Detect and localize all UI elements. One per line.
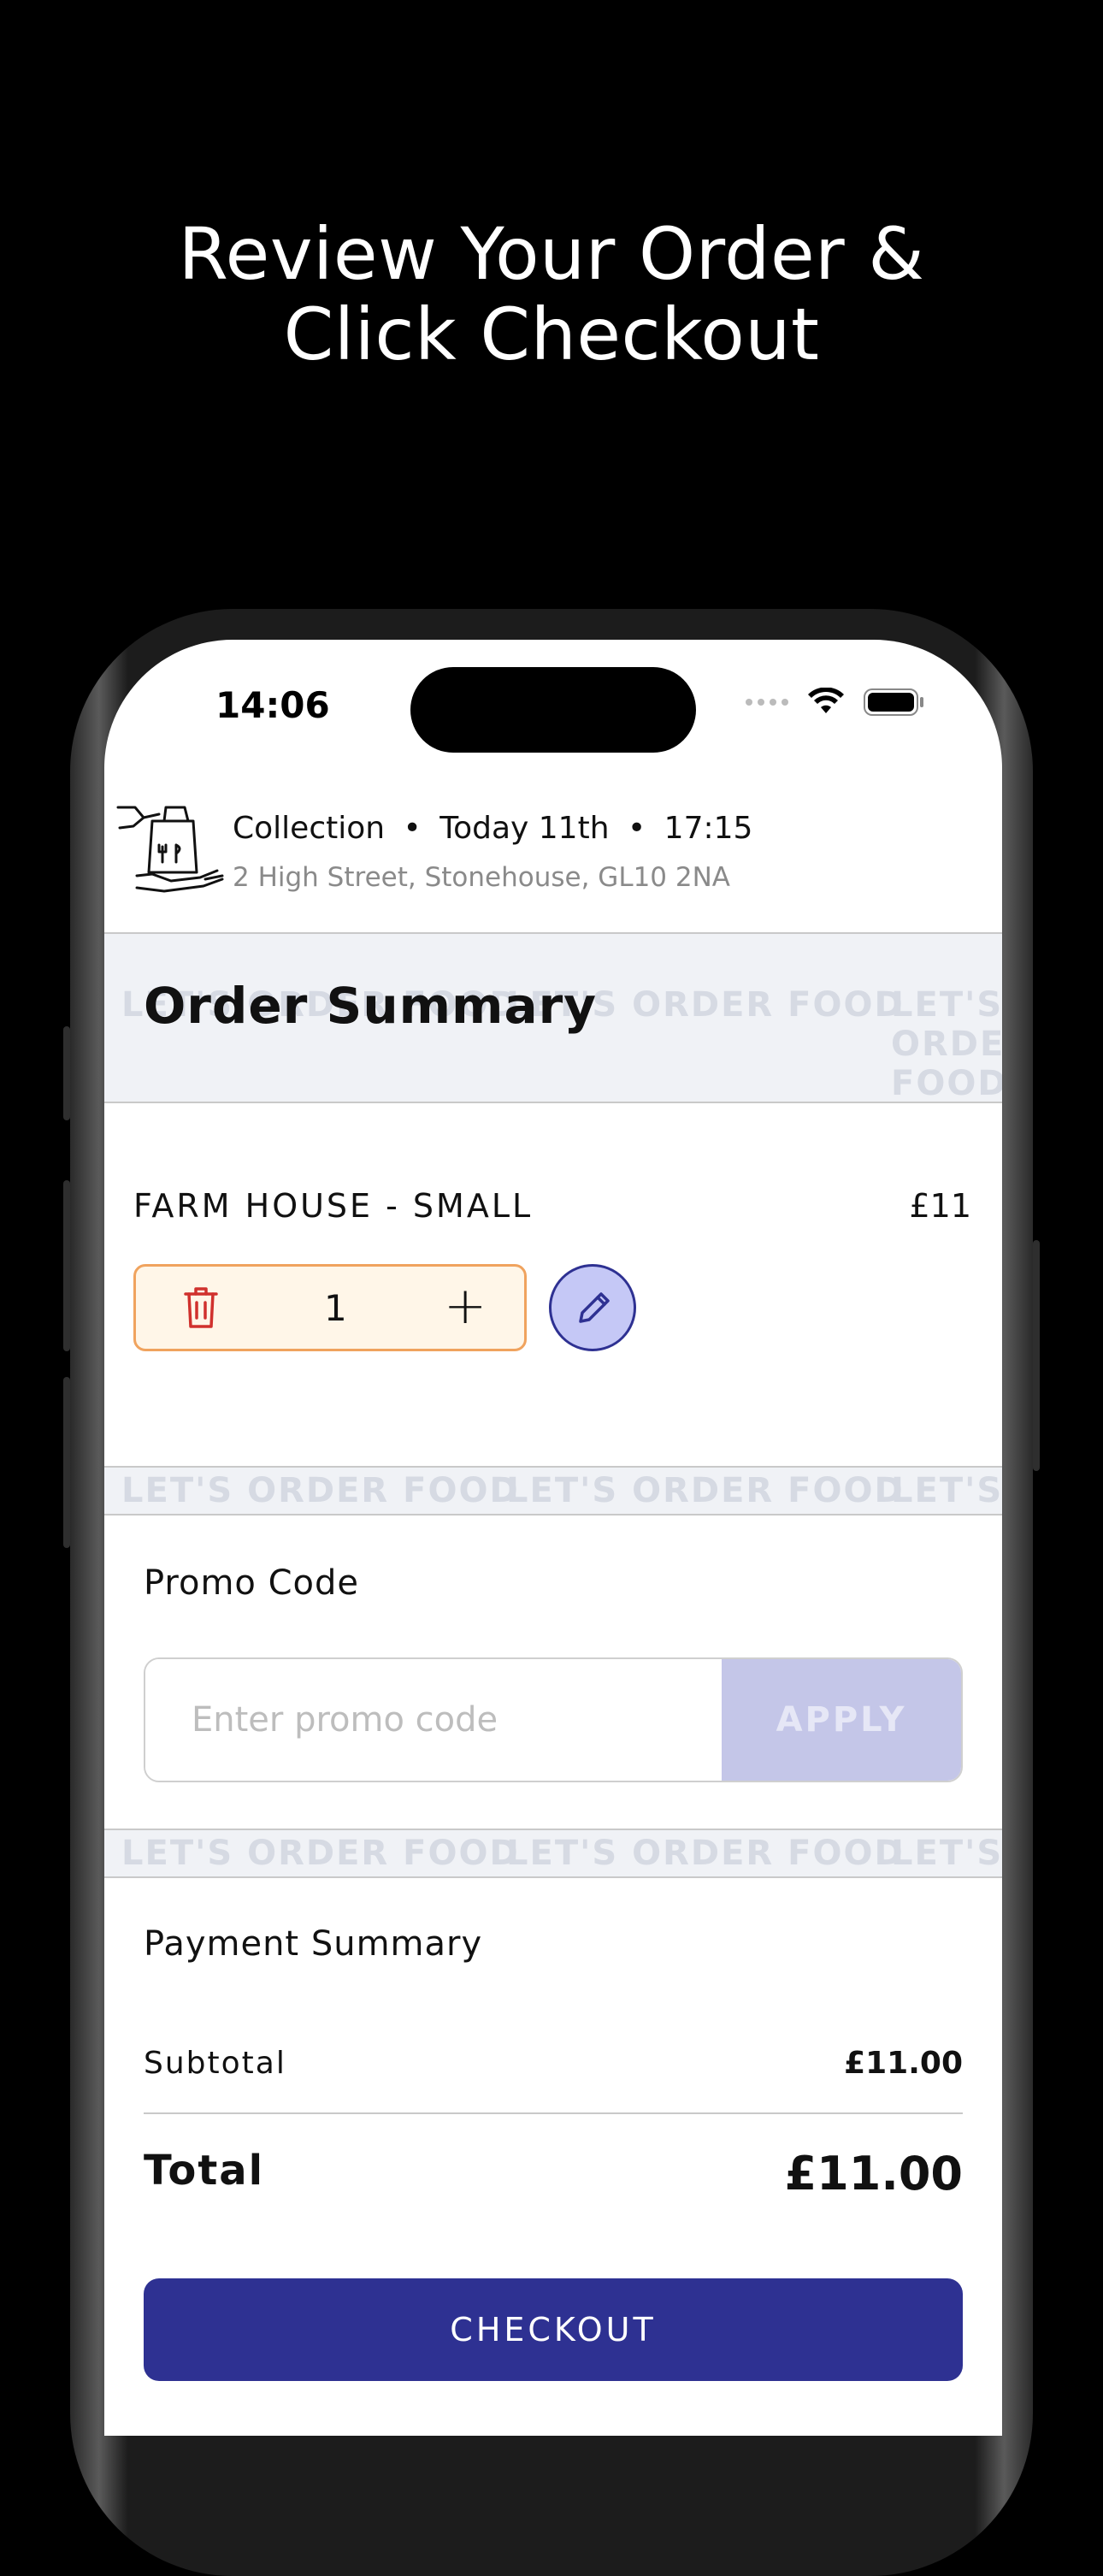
phone-volume-down-button	[63, 1377, 70, 1548]
payment-summary-title: Payment Summary	[144, 1924, 483, 1964]
collection-bag-icon	[116, 806, 224, 893]
subtotal-value: £11.00	[844, 2046, 963, 2081]
pattern-text: LET'S ORDER FOOD	[891, 1834, 1002, 1876]
payment-divider	[144, 2112, 963, 2114]
order-mode-line: Collection • Today 11th • 17:15	[233, 811, 753, 846]
order-mode: Collection	[233, 811, 386, 846]
pattern-text: LET'S ORDER FOOD	[121, 1471, 520, 1510]
promo-code-input[interactable]	[145, 1659, 723, 1781]
subtotal-row: Subtotal £11.00	[144, 2046, 963, 2081]
headline-line-1: Review Your Order &	[178, 212, 925, 296]
cart-item-name: FARM HOUSE - SMALL	[133, 1187, 534, 1225]
status-icons	[746, 688, 925, 717]
pattern-text: LET'S ORDER FOOD	[506, 1471, 905, 1510]
pattern-text: LET'S ORDER FOOD	[891, 1471, 1002, 1514]
quantity-stepper: 1 +	[133, 1264, 527, 1351]
dynamic-island	[410, 667, 696, 753]
pattern-text: LET'S ORDER FOOD	[891, 985, 1002, 1103]
promo-code-title: Promo Code	[144, 1563, 360, 1603]
promo-code-group: APPLY	[144, 1657, 963, 1782]
apply-promo-button[interactable]: APPLY	[722, 1659, 961, 1781]
battery-icon	[864, 688, 923, 716]
signal-dots-icon	[746, 699, 788, 706]
headline-line-2: Click Checkout	[283, 292, 820, 376]
cart-item-price: £11	[909, 1187, 971, 1225]
delete-item-icon[interactable]	[182, 1285, 220, 1330]
order-summary-title: Order Summary	[144, 977, 598, 1035]
status-time: 14:06	[215, 684, 330, 726]
section-divider-band: LET'S ORDER FOOD LET'S ORDER FOOD LET'S …	[104, 1466, 1002, 1515]
phone-power-button	[1033, 1240, 1040, 1471]
subtotal-label: Subtotal	[144, 2046, 286, 2081]
order-address: 2 High Street, Stonehouse, GL10 2NA	[233, 862, 731, 893]
section-divider-band: LET'S ORDER FOOD LET'S ORDER FOOD LET'S …	[104, 1829, 1002, 1878]
phone-volume-up-button	[63, 1180, 70, 1351]
order-time: 17:15	[664, 811, 753, 846]
edit-item-button[interactable]	[549, 1264, 636, 1351]
phone-action-button	[63, 1026, 70, 1120]
order-summary-banner: LET'S ORDER FOOD LET'S ORDER FOOD LET'S …	[104, 932, 1002, 1103]
order-day: Today 11th	[439, 811, 610, 846]
total-value: £11.00	[784, 2147, 963, 2201]
phone-screen: 14:06 Collection • Today 11th • 17:15 2 …	[104, 640, 1002, 2436]
increase-quantity-button[interactable]: +	[444, 1280, 487, 1332]
checkout-button[interactable]: CHECKOUT	[144, 2278, 963, 2381]
quantity-value: 1	[324, 1287, 347, 1329]
total-row: Total £11.00	[144, 2147, 963, 2201]
wifi-icon	[808, 688, 844, 713]
pencil-icon	[579, 1292, 610, 1323]
promo-headline: Review Your Order & Click Checkout	[0, 214, 1103, 375]
total-label: Total	[144, 2147, 265, 2195]
pattern-text: LET'S ORDER FOOD	[121, 1834, 520, 1873]
order-info-header[interactable]: Collection • Today 11th • 17:15 2 High S…	[104, 802, 1002, 922]
pattern-text: LET'S ORDER FOOD	[506, 1834, 905, 1873]
